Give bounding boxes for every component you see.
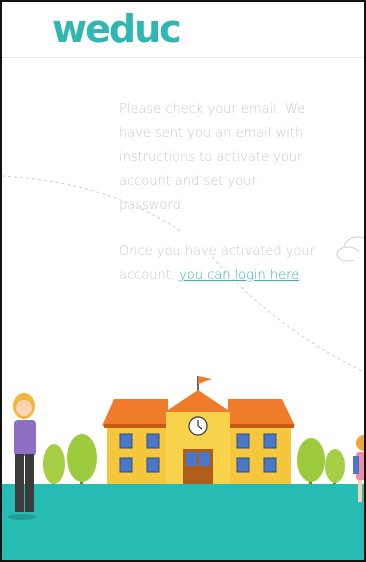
tree-icon — [43, 434, 97, 490]
activated-suffix: . — [299, 268, 304, 283]
header: weduc — [2, 2, 364, 58]
weduc-logo: weduc — [52, 7, 182, 51]
tree-icon — [297, 438, 345, 490]
login-link[interactable]: you can login here — [179, 268, 299, 283]
cloud-icon — [336, 236, 364, 262]
activated-text: Once you have activated your account, yo… — [119, 240, 315, 288]
school-building-icon — [88, 376, 308, 496]
confirmation-message: Please check your email. We have sent yo… — [119, 98, 315, 310]
check-email-text: Please check your email. We have sent yo… — [119, 102, 306, 213]
flag-icon — [198, 376, 212, 384]
app-frame: weduc Please check your email. We have s… — [0, 0, 366, 562]
